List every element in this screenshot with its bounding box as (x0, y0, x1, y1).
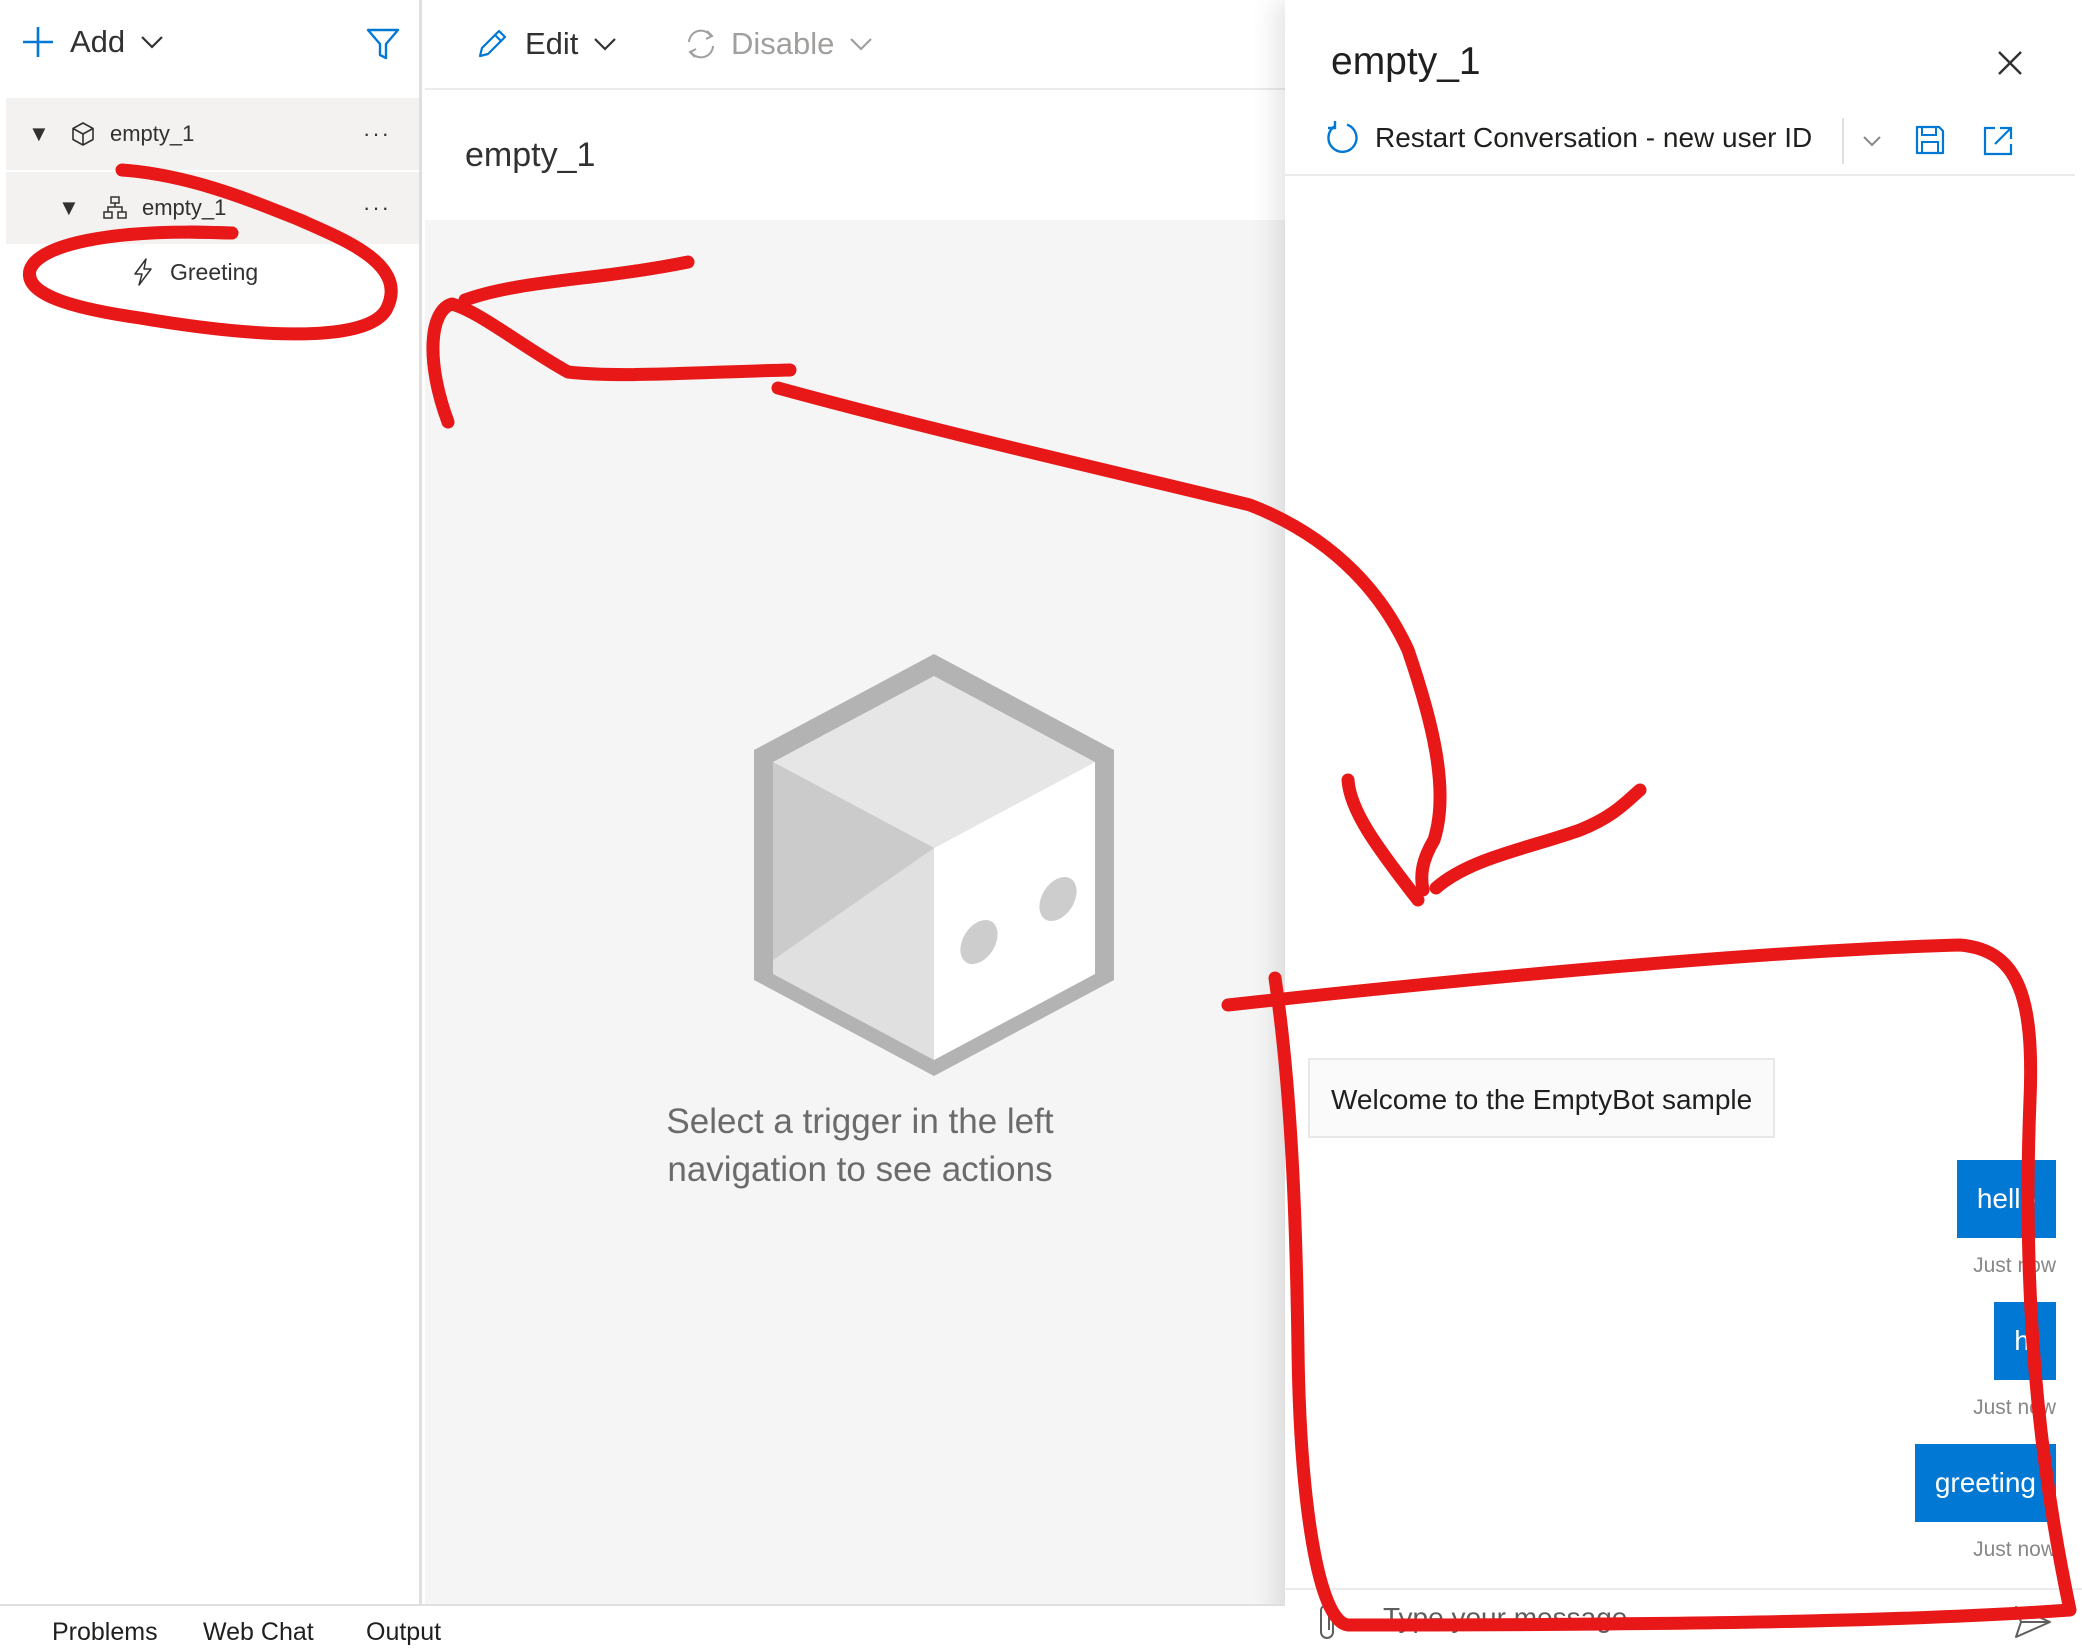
save-icon[interactable] (1914, 124, 1946, 156)
user-message-bubble: hello (1956, 1160, 2056, 1238)
tree-item-label: empty_1 (110, 121, 195, 146)
bot-cube-icon (72, 122, 94, 146)
toolbar-divider (1842, 118, 1844, 164)
chat-toolbar: Restart Conversation - new user ID (1285, 110, 2075, 176)
message-timestamp: Just now (1973, 1254, 2056, 1277)
tree-item-root-bot[interactable]: ▼ empty_1 ··· (6, 98, 419, 170)
paperclip-icon[interactable] (1315, 1602, 1339, 1642)
bottom-panel-tabs: Problems Web Chat Output (0, 1604, 1285, 1650)
edit-button[interactable]: Edit (475, 26, 618, 62)
send-icon[interactable] (2013, 1604, 2053, 1640)
add-button[interactable]: Add (20, 24, 165, 60)
chevron-down-icon[interactable] (1861, 134, 1883, 148)
lightning-bolt-icon (134, 258, 152, 286)
tree-item-dialog[interactable]: ▼ empty_1 ··· (6, 172, 419, 244)
chevron-down-icon (594, 38, 617, 51)
editor-toolbar: Edit Disable (425, 0, 1285, 90)
disable-button-label: Disable (731, 26, 835, 61)
web-chat-panel: empty_1 Restart Conversation - new user … (1285, 0, 2082, 1650)
tree-item-label: Greeting (170, 258, 259, 285)
filter-button[interactable] (365, 26, 401, 62)
chevron-down-icon (141, 36, 163, 49)
plus-icon (23, 27, 53, 57)
message-timestamp: Just now (1973, 1396, 2056, 1419)
tab-web-chat[interactable]: Web Chat (203, 1618, 314, 1647)
tab-problems[interactable]: Problems (52, 1618, 158, 1647)
user-message-bubble: greeting (1914, 1444, 2056, 1522)
tab-output[interactable]: Output (366, 1618, 441, 1647)
bot-message-bubble: Welcome to the EmptyBot sample (1308, 1058, 1776, 1138)
close-icon[interactable] (1997, 50, 2023, 76)
empty-state-cube-icon (754, 654, 1114, 1076)
edit-button-label: Edit (525, 26, 579, 61)
page-title: empty_1 (465, 136, 596, 174)
restart-conversation-button[interactable]: Restart Conversation - new user ID (1325, 120, 1812, 156)
empty-state-message: Select a trigger in the left navigation … (666, 1102, 1054, 1189)
restart-icon (1327, 121, 1358, 154)
collapse-caret-icon[interactable]: ▼ (58, 195, 80, 221)
chat-message-input[interactable] (1383, 1598, 1943, 1638)
dialog-tree-icon (103, 196, 127, 219)
editor-pane: Edit Disable empty_1 Select a trigger in… (425, 0, 1285, 1604)
user-message-bubble: hi (1994, 1302, 2056, 1380)
add-button-label: Add (70, 24, 126, 59)
disable-button[interactable]: Disable (683, 26, 874, 62)
collapse-caret-icon[interactable]: ▼ (28, 121, 50, 147)
filter-icon (366, 28, 400, 60)
open-external-icon[interactable] (1981, 124, 2015, 158)
pencil-icon (478, 29, 507, 58)
chat-input-bar (1285, 1588, 2082, 1650)
restart-conversation-label: Restart Conversation - new user ID (1375, 122, 1813, 153)
tree-item-label: empty_1 (142, 195, 227, 220)
navigation-toolbar: Add (0, 0, 419, 90)
chevron-down-icon (850, 38, 873, 51)
more-options-icon[interactable]: ··· (363, 121, 391, 147)
toggle-refresh-icon (688, 29, 714, 59)
editor-title-bar: empty_1 (425, 90, 1285, 220)
left-navigation: Add ▼ empty_1 ··· ▼ empty_1 ··· Greeting (0, 0, 422, 1604)
message-timestamp: Just now (1973, 1538, 2056, 1561)
more-options-icon[interactable]: ··· (363, 195, 391, 221)
chat-panel-title: empty_1 (1331, 40, 1481, 83)
tree-item-trigger-greeting[interactable]: Greeting (130, 252, 258, 292)
